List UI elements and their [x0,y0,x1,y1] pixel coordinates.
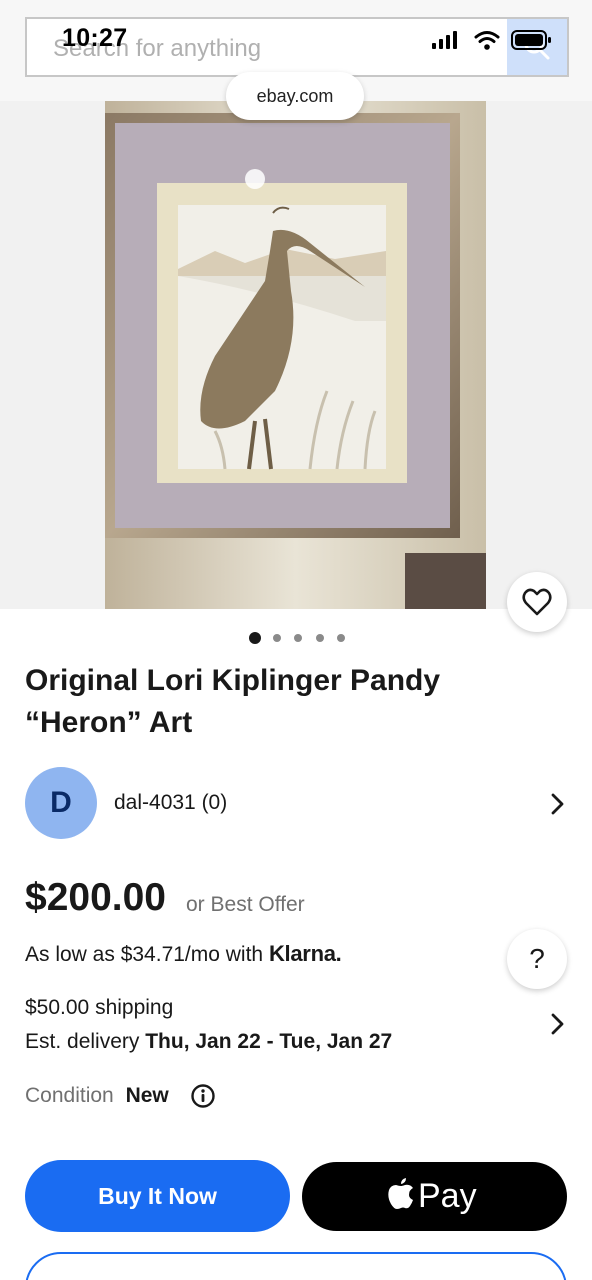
heart-icon [522,588,552,616]
seller-row[interactable]: D dal-4031 (0) [25,767,570,839]
delivery-range: Thu, Jan 22 - Tue, Jan 27 [145,1030,393,1053]
watch-button[interactable] [507,572,567,632]
pagination-dot-1[interactable] [249,632,261,644]
pagination-dot-5[interactable] [337,634,345,642]
gallery-pagination [249,632,349,644]
signal-icon [432,31,457,49]
apple-icon [388,1178,413,1209]
condition-value: New [125,1084,169,1107]
apple-pay-button[interactable]: Pay [302,1162,567,1231]
status-time: 10:27 [62,24,128,52]
pagination-dot-3[interactable] [294,634,302,642]
pagination-dot-2[interactable] [273,634,281,642]
top-bar: Search for anything 10:27 ebay.com [0,0,592,120]
shipping-chevron-right-icon[interactable] [550,1013,564,1035]
klarna-financing[interactable]: As low as $34.71/mo with Klarna. [25,941,342,967]
image-gallery[interactable] [0,101,592,609]
listing-photo[interactable] [105,101,486,609]
pagination-dot-4[interactable] [316,634,324,642]
info-icon[interactable] [190,1083,216,1109]
seller-avatar: D [25,767,97,839]
status-icons [432,30,551,50]
best-offer-label: or Best Offer [186,893,305,916]
condition-row: Condition New [25,1084,169,1108]
heron-artwork-image [105,101,486,609]
secondary-action-button[interactable] [25,1252,567,1280]
battery-icon [511,30,551,50]
help-button[interactable]: ? [507,929,567,989]
delivery-label: Est. delivery [25,1030,140,1053]
buy-it-now-button[interactable]: Buy It Now [25,1160,290,1232]
shipping-cost: $50.00 shipping [25,996,174,1019]
condition-label: Condition [25,1084,114,1107]
apple-pay-text: Pay [418,1177,477,1215]
listing-title: Original Lori Kiplinger Pandy “Heron” Ar… [25,664,441,739]
chevron-right-icon [551,793,564,815]
delivery-estimate: Est. delivery Thu, Jan 22 - Tue, Jan 27 [25,1030,392,1054]
seller-name: dal-4031 (0) [114,791,228,814]
klarna-text: As low as $34.71/mo with [25,943,264,966]
klarna-logo: Klarna. [268,941,342,966]
wifi-icon [474,31,500,50]
item-price: $200.00 [25,876,166,919]
url-bar[interactable]: ebay.com [226,72,364,120]
